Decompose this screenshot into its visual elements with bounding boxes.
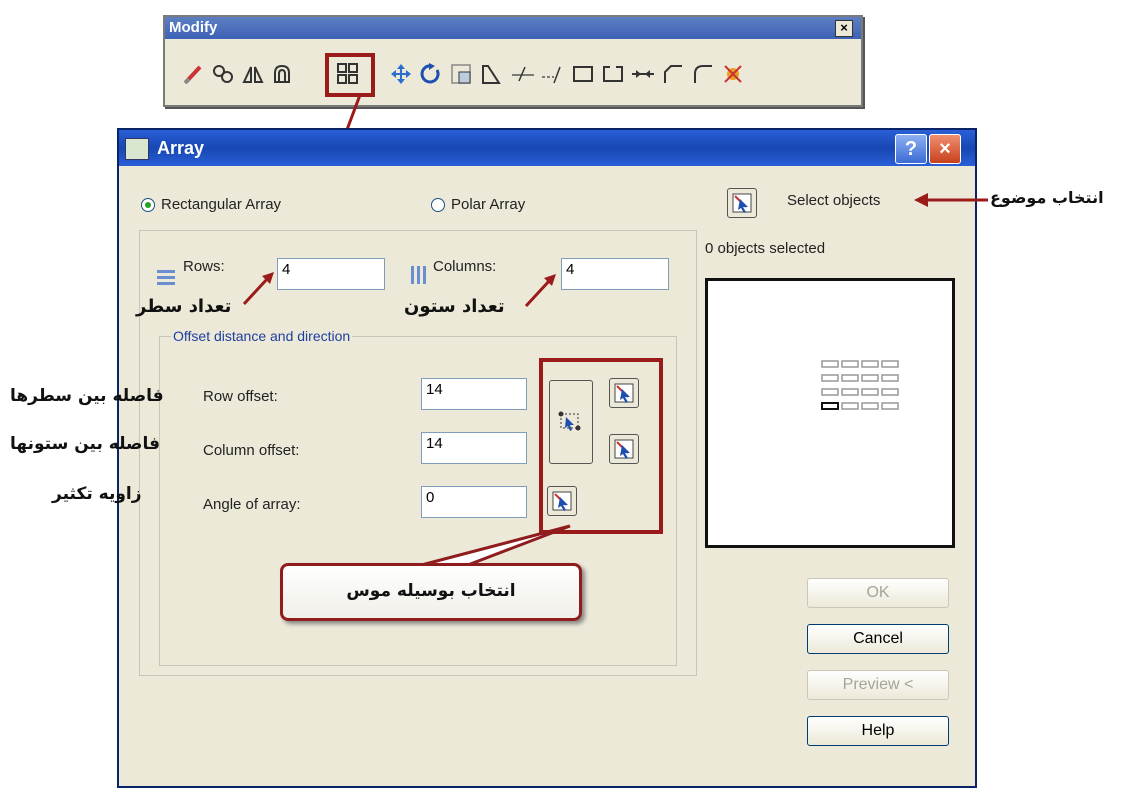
angle-input[interactable]: 0 bbox=[421, 486, 527, 518]
close-button[interactable]: × bbox=[929, 134, 961, 164]
annotation-arrow-icon bbox=[914, 193, 988, 207]
help-button[interactable]: Help bbox=[807, 716, 949, 746]
modify-toolbar: Modify × bbox=[163, 15, 863, 107]
array-icon-highlight bbox=[325, 53, 375, 97]
fillet-icon[interactable] bbox=[691, 61, 715, 87]
move-icon[interactable] bbox=[389, 61, 413, 87]
row-offset-label: Row offset: bbox=[203, 388, 278, 405]
mouse-select-callout: انتخاب بوسیله موس bbox=[280, 563, 582, 621]
rectangular-array-radio[interactable] bbox=[141, 198, 155, 212]
array-preview bbox=[705, 278, 955, 548]
annotation-row-spacing: فاصله بین سطرها bbox=[10, 386, 164, 406]
column-offset-input[interactable]: 14 bbox=[421, 432, 527, 464]
rows-input[interactable]: 4 bbox=[277, 258, 385, 290]
polar-array-radio[interactable] bbox=[431, 198, 445, 212]
dialog-title: Array bbox=[119, 130, 975, 166]
select-objects-button[interactable] bbox=[727, 188, 757, 218]
polar-array-label: Polar Array bbox=[451, 196, 526, 213]
columns-label: Columns: bbox=[433, 258, 497, 275]
rotate-icon[interactable] bbox=[419, 61, 443, 87]
angle-label: Angle of array: bbox=[203, 496, 301, 513]
help-title-button[interactable]: ? bbox=[895, 134, 927, 164]
toolbar-close-button[interactable]: × bbox=[835, 20, 853, 37]
toolbar-title: Modify bbox=[165, 17, 861, 39]
callout-text: انتخاب بوسیله موس bbox=[346, 581, 516, 601]
ok-button[interactable]: OK bbox=[807, 578, 949, 608]
rows-icon bbox=[157, 270, 175, 285]
join-icon[interactable] bbox=[631, 61, 655, 87]
rectangular-array-label: Rectangular Array bbox=[161, 196, 282, 213]
select-objects-label: Select objects bbox=[787, 192, 881, 209]
columns-icon bbox=[411, 266, 426, 284]
row-offset-input[interactable]: 14 bbox=[421, 378, 527, 410]
annotation-select-object: انتخاب موضوع bbox=[990, 188, 1104, 207]
pick-cursor-icon bbox=[732, 193, 752, 213]
annotation-column-spacing: فاصله بین ستونها bbox=[10, 434, 160, 454]
pick-buttons-highlight bbox=[539, 358, 663, 534]
array-preview-graphic bbox=[821, 360, 899, 410]
rows-label: Rows: bbox=[183, 258, 225, 275]
annotation-arrow-icon bbox=[242, 272, 274, 306]
cancel-button[interactable]: Cancel bbox=[807, 624, 949, 654]
copy-icon[interactable] bbox=[211, 61, 235, 87]
annotation-row-count: تعداد سطر bbox=[136, 296, 232, 317]
erase-icon[interactable] bbox=[181, 61, 205, 87]
offset-group-label: Offset distance and direction bbox=[171, 328, 353, 344]
preview-button[interactable]: Preview < bbox=[807, 670, 949, 700]
explode-icon[interactable] bbox=[721, 61, 745, 87]
column-offset-label: Column offset: bbox=[203, 442, 300, 459]
annotation-angle: زاویه تکثیر bbox=[52, 484, 142, 504]
break-icon[interactable] bbox=[601, 61, 625, 87]
break-at-point-icon[interactable] bbox=[571, 61, 595, 87]
array-dialog: Array ? × Rectangular Array Polar Array … bbox=[117, 128, 977, 788]
objects-selected-status: 0 objects selected bbox=[705, 240, 826, 257]
columns-input[interactable]: 4 bbox=[561, 258, 669, 290]
scale-icon[interactable] bbox=[449, 61, 473, 87]
extend-icon[interactable] bbox=[541, 61, 565, 87]
mirror-icon[interactable] bbox=[241, 61, 265, 87]
annotation-arrow-icon bbox=[524, 274, 556, 308]
trim-icon[interactable] bbox=[511, 61, 535, 87]
stretch-icon[interactable] bbox=[479, 61, 503, 87]
chamfer-icon[interactable] bbox=[661, 61, 685, 87]
offset-icon[interactable] bbox=[271, 61, 295, 87]
annotation-column-count: تعداد ستون bbox=[404, 296, 505, 317]
array-app-icon bbox=[125, 138, 149, 160]
